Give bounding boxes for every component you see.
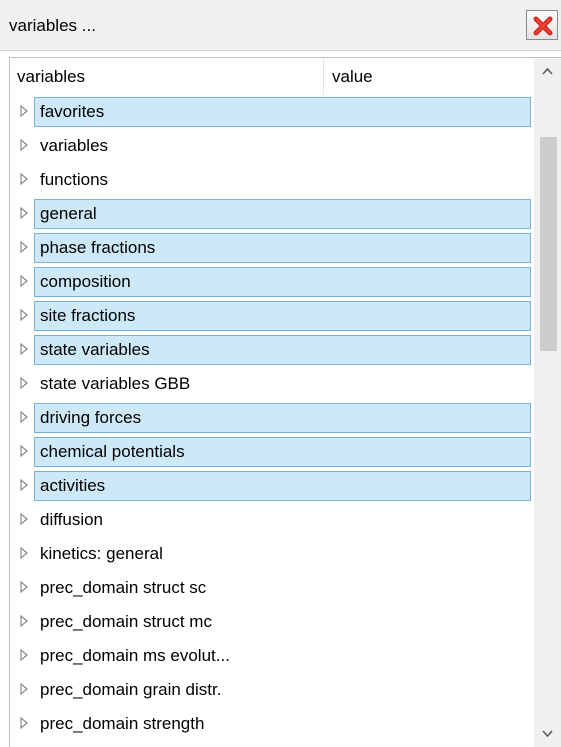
expand-triangle-icon[interactable] — [19, 240, 29, 254]
tree-row[interactable]: activities — [10, 469, 535, 503]
tree-row[interactable]: composition — [10, 265, 535, 299]
expand-triangle-icon[interactable] — [19, 512, 29, 526]
expand-triangle-icon[interactable] — [19, 172, 29, 186]
tree-row[interactable]: state variables GBB — [10, 367, 535, 401]
expand-triangle-icon[interactable] — [19, 376, 29, 390]
tree-row-label: composition — [34, 267, 531, 297]
scroll-up-button[interactable] — [534, 59, 561, 85]
window-title: variables ... — [9, 16, 96, 35]
expand-triangle-icon[interactable] — [19, 206, 29, 220]
expand-triangle-icon[interactable] — [19, 308, 29, 322]
expand-triangle-icon[interactable] — [19, 682, 29, 696]
tree-row-label: diffusion — [40, 510, 104, 529]
tree-row[interactable]: general — [10, 197, 535, 231]
tree-row[interactable]: prec_domain grain distr. — [10, 673, 535, 707]
close-button[interactable] — [526, 10, 558, 40]
tree-row[interactable]: phase fractions — [10, 231, 535, 265]
expand-triangle-icon[interactable] — [19, 580, 29, 594]
tree-row-label: site fractions — [34, 301, 531, 331]
expand-triangle-icon[interactable] — [19, 138, 29, 152]
expand-triangle-icon[interactable] — [19, 648, 29, 662]
tree-row-label: prec_domain grain distr. — [40, 680, 222, 699]
tree-row[interactable]: favorites — [10, 95, 535, 129]
tree-row-label: driving forces — [34, 403, 531, 433]
tree-row[interactable]: site fractions — [10, 299, 535, 333]
expand-triangle-icon[interactable] — [19, 546, 29, 560]
tree-row[interactable]: prec_domain strength — [10, 707, 535, 741]
tree-row-label: chemical potentials — [34, 437, 531, 467]
tree-row[interactable]: prec_domain struct mc — [10, 605, 535, 639]
tree-row[interactable]: prec_domain ms evolut... — [10, 639, 535, 673]
variables-tree[interactable]: variables value favorites variables functi… — [9, 57, 561, 747]
expand-triangle-icon[interactable] — [19, 478, 29, 492]
expand-triangle-icon[interactable] — [19, 410, 29, 424]
tree-row-label: prec_domain ms evolut... — [40, 646, 230, 665]
tree-row[interactable]: variables — [10, 129, 535, 163]
scroll-thumb[interactable] — [540, 137, 557, 351]
variables-window: variables ... variables value favorites v… — [0, 0, 561, 747]
tree-row-label: favorites — [34, 97, 531, 127]
tree-row-label: prec_domain struct mc — [40, 612, 212, 631]
scroll-down-button[interactable] — [534, 721, 561, 747]
tree-row[interactable]: chemical potentials — [10, 435, 535, 469]
expand-triangle-icon[interactable] — [19, 716, 29, 730]
tree-row-label: prec_domain strength — [40, 714, 205, 733]
tree-row[interactable]: prec_domain struct sc — [10, 571, 535, 605]
table-header: variables value — [10, 58, 535, 95]
vertical-scrollbar[interactable] — [534, 59, 561, 747]
tree-row-label: kinetics: general — [40, 544, 163, 563]
tree-row[interactable]: driving forces — [10, 401, 535, 435]
tree-row-label: functions — [40, 170, 109, 189]
expand-triangle-icon[interactable] — [19, 274, 29, 288]
tree-row-label: variables — [40, 136, 109, 155]
chevron-down-icon — [542, 730, 553, 738]
close-icon — [533, 16, 553, 36]
tree-row-label: prec_domain struct sc — [40, 578, 207, 597]
tree-row-label: phase fractions — [34, 233, 531, 263]
tree-row-label: state variables — [34, 335, 531, 365]
tree-row[interactable]: kinetics: general — [10, 537, 535, 571]
expand-triangle-icon[interactable] — [19, 104, 29, 118]
tree-row[interactable]: diffusion — [10, 503, 535, 537]
tree-row-label: general — [34, 199, 531, 229]
column-header-variables[interactable]: variables — [17, 58, 317, 95]
expand-triangle-icon[interactable] — [19, 342, 29, 356]
window-titlebar: variables ... — [0, 0, 561, 51]
tree-row-label: state variables GBB — [40, 374, 191, 393]
column-header-value[interactable]: value — [323, 58, 535, 95]
expand-triangle-icon[interactable] — [19, 444, 29, 458]
tree-row[interactable]: state variables — [10, 333, 535, 367]
expand-triangle-icon[interactable] — [19, 614, 29, 628]
chevron-up-icon — [542, 67, 553, 75]
tree-row[interactable]: functions — [10, 163, 535, 197]
tree-row-label: activities — [34, 471, 531, 501]
